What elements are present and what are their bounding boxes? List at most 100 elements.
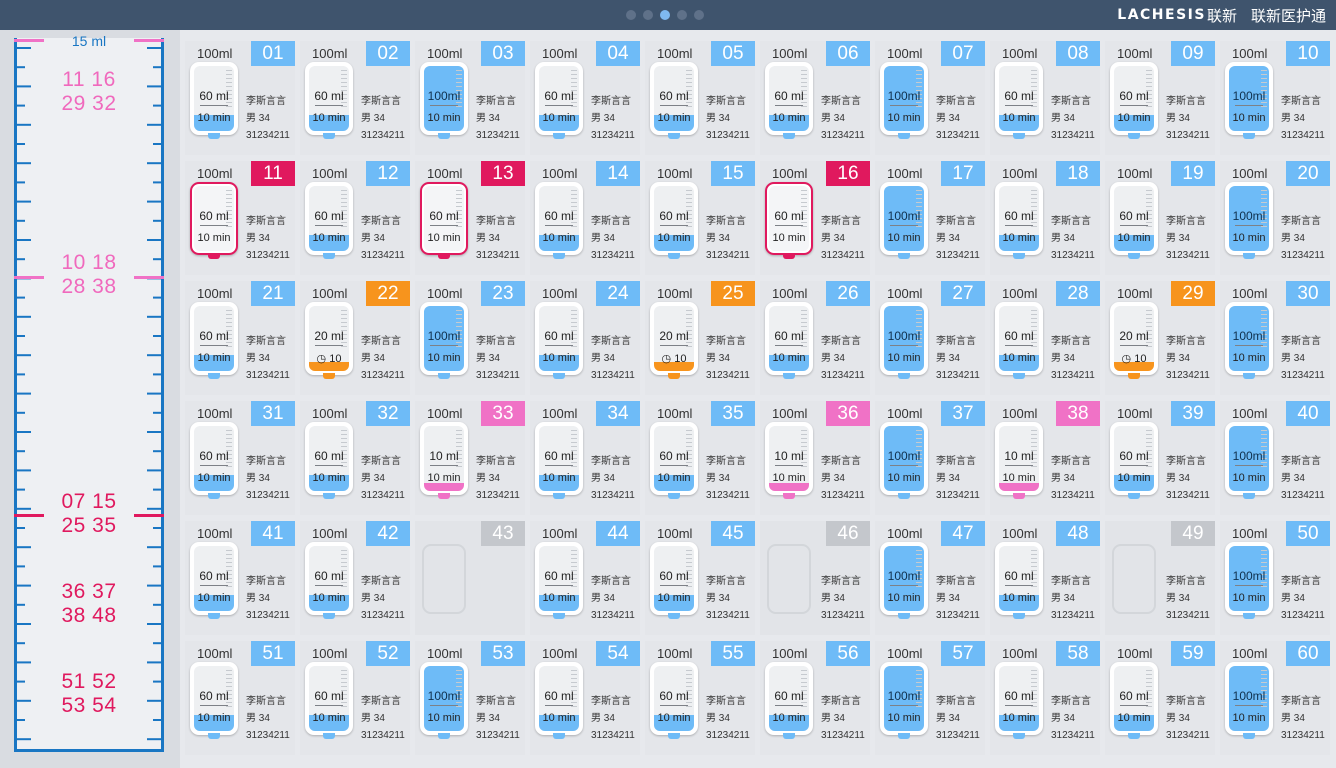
bed-card[interactable]: 53 100ml 100ml 10 min 李斯言言男 34 31234211 — [415, 641, 525, 755]
bed-card[interactable]: 41 100ml 60 ml 10 min 李斯言言男 34 31234211 — [185, 521, 295, 635]
bag-capacity: 100ml — [1002, 286, 1038, 301]
bed-card[interactable]: 24 100ml 60 ml 10 min 李斯言言男 34 31234211 — [530, 281, 640, 395]
bed-card[interactable]: 28 100ml 60 ml 10 min 李斯言言男 34 31234211 — [990, 281, 1100, 395]
remaining-volume: 60 ml — [544, 689, 574, 703]
page-indicator[interactable] — [626, 10, 704, 20]
patient-name: 李斯言言 — [591, 576, 631, 587]
patient-id: 31234211 — [591, 610, 635, 621]
bed-card[interactable]: 39 100ml 60 ml 10 min 李斯言言男 34 31234211 — [1105, 401, 1215, 515]
bed-card[interactable]: 26 100ml 60 ml 10 min 李斯言言男 34 31234211 — [760, 281, 870, 395]
page-dot[interactable] — [643, 10, 653, 20]
bag-capacity: 100ml — [1117, 46, 1153, 61]
bed-card[interactable]: 27 100ml 100ml 10 min 李斯言言男 34 31234211 — [875, 281, 985, 395]
patient-info: 李斯言言男 34 31234211 — [361, 333, 405, 384]
bed-card[interactable]: 57 100ml 100ml 10 min 李斯言言男 34 31234211 — [875, 641, 985, 755]
remaining-volume: 100ml — [887, 89, 921, 103]
page-dot[interactable] — [677, 10, 687, 20]
bed-card[interactable]: 40 100ml 100ml 10 min 李斯言言男 34 31234211 — [1220, 401, 1330, 515]
bed-card[interactable]: 58 100ml 60 ml 10 min 李斯言言男 34 31234211 — [990, 641, 1100, 755]
bed-card[interactable]: 49 李斯言言男 34 31234211 — [1105, 521, 1215, 635]
bed-card[interactable]: 29 100ml 20 ml ◷ 10 李斯言言男 34 31234211 — [1105, 281, 1215, 395]
bed-card[interactable]: 14 100ml 60 ml 10 min 李斯言言男 34 31234211 — [530, 161, 640, 275]
bed-card[interactable]: 60 100ml 100ml 10 min 李斯言言男 34 31234211 — [1220, 641, 1330, 755]
page-dot[interactable] — [694, 10, 704, 20]
remaining-volume: 60 ml — [429, 209, 459, 223]
bed-card[interactable]: 17 100ml 100ml 10 min 李斯言言男 34 31234211 — [875, 161, 985, 275]
ruler-bed-group[interactable]: 10 18 28 38 — [14, 251, 164, 299]
bed-card[interactable]: 33 100ml 10 ml 10 min 李斯言言男 34 31234211 — [415, 401, 525, 515]
bed-card[interactable]: 19 100ml 60 ml 10 min 李斯言言男 34 31234211 — [1105, 161, 1215, 275]
bed-card[interactable]: 20 100ml 100ml 10 min 李斯言言男 34 31234211 — [1220, 161, 1330, 275]
bed-card[interactable]: 22 100ml 20 ml ◷ 10 李斯言言男 34 31234211 — [300, 281, 410, 395]
bed-card[interactable]: 01 100ml 60 ml 10 min 李斯言言男 34 31234211 — [185, 41, 295, 155]
bed-card[interactable]: 47 100ml 100ml 10 min 李斯言言男 34 31234211 — [875, 521, 985, 635]
bed-card[interactable]: 44 100ml 60 ml 10 min 李斯言言男 34 31234211 — [530, 521, 640, 635]
bed-card[interactable]: 59 100ml 60 ml 10 min 李斯言言男 34 31234211 — [1105, 641, 1215, 755]
patient-info: 李斯言言男 34 31234211 — [706, 693, 750, 744]
bed-card[interactable]: 21 100ml 60 ml 10 min 李斯言言男 34 31234211 — [185, 281, 295, 395]
infusion-bag: 60 ml 10 min — [305, 542, 353, 615]
ruler-bed-group[interactable]: 11 16 29 32 — [14, 68, 164, 116]
bed-card[interactable]: 51 100ml 60 ml 10 min 李斯言言男 34 31234211 — [185, 641, 295, 755]
bed-card[interactable]: 34 100ml 60 ml 10 min 李斯言言男 34 31234211 — [530, 401, 640, 515]
bed-card[interactable]: 35 100ml 60 ml 10 min 李斯言言男 34 31234211 — [645, 401, 755, 515]
patient-id: 31234211 — [821, 730, 865, 741]
ruler-bed-group[interactable]: 51 52 53 54 — [14, 670, 164, 718]
remaining-time: 10 min — [1117, 232, 1151, 244]
page-dot[interactable] — [626, 10, 636, 20]
remaining-volume: 100ml — [887, 689, 921, 703]
ruler-bed-group[interactable]: 36 37 38 48 — [14, 580, 164, 628]
bed-card[interactable]: 15 100ml 60 ml 10 min 李斯言言男 34 31234211 — [645, 161, 755, 275]
bed-card[interactable]: 31 100ml 60 ml 10 min 李斯言言男 34 31234211 — [185, 401, 295, 515]
remaining-volume: 60 ml — [774, 209, 804, 223]
bed-card[interactable]: 55 100ml 60 ml 10 min 李斯言言男 34 31234211 — [645, 641, 755, 755]
patient-info: 李斯言言男 34 31234211 — [591, 333, 635, 384]
bed-card[interactable]: 06 100ml 60 ml 10 min 李斯言言男 34 31234211 — [760, 41, 870, 155]
bed-card[interactable]: 02 100ml 60 ml 10 min 李斯言言男 34 31234211 — [300, 41, 410, 155]
bed-card[interactable]: 04 100ml 60 ml 10 min 李斯言言男 34 31234211 — [530, 41, 640, 155]
bed-card[interactable]: 56 100ml 60 ml 10 min 李斯言言男 34 31234211 — [760, 641, 870, 755]
bed-card[interactable]: 32 100ml 60 ml 10 min 李斯言言男 34 31234211 — [300, 401, 410, 515]
bag-body: 60 ml 10 min — [309, 66, 349, 131]
bed-card[interactable]: 50 100ml 100ml 10 min 李斯言言男 34 31234211 — [1220, 521, 1330, 635]
bed-card[interactable]: 54 100ml 60 ml 10 min 李斯言言男 34 31234211 — [530, 641, 640, 755]
bed-card[interactable]: 08 100ml 60 ml 10 min 李斯言言男 34 31234211 — [990, 41, 1100, 155]
bed-card[interactable]: 03 100ml 100ml 10 min 李斯言言男 34 31234211 — [415, 41, 525, 155]
remaining-time: 10 min — [772, 232, 806, 244]
bag-outlet — [1128, 133, 1140, 139]
bed-card[interactable]: 07 100ml 100ml 10 min 李斯言言男 34 31234211 — [875, 41, 985, 155]
bag-body: 20 ml ◷ 10 — [654, 306, 694, 371]
page-dot[interactable] — [660, 10, 670, 20]
bed-card[interactable]: 11 100ml 60 ml 10 min 李斯言言男 34 31234211 — [185, 161, 295, 275]
bed-card[interactable]: 12 100ml 60 ml 10 min 李斯言言男 34 31234211 — [300, 161, 410, 275]
bed-card[interactable]: 52 100ml 60 ml 10 min 李斯言言男 34 31234211 — [300, 641, 410, 755]
bed-card[interactable]: 38 100ml 10 ml 10 min 李斯言言男 34 31234211 — [990, 401, 1100, 515]
ruler-bed-group[interactable]: 07 15 25 35 — [14, 490, 164, 538]
infusion-bag: 100ml 10 min — [420, 62, 468, 135]
bed-card[interactable]: 36 100ml 10 ml 10 min 李斯言言男 34 31234211 — [760, 401, 870, 515]
bag-capacity: 100ml — [1232, 406, 1268, 421]
ruler-tick — [17, 354, 31, 357]
bed-card[interactable]: 30 100ml 100ml 10 min 李斯言言男 34 31234211 — [1220, 281, 1330, 395]
patient-id: 31234211 — [361, 130, 405, 141]
bed-card[interactable]: 16 100ml 60 ml 10 min 李斯言言男 34 31234211 — [760, 161, 870, 275]
bed-card[interactable]: 46 李斯言言男 34 31234211 — [760, 521, 870, 635]
remaining-time: ◷ 10 — [1121, 353, 1147, 365]
bed-number: 01 — [251, 41, 295, 66]
bag-body: 60 ml 10 min — [194, 186, 234, 251]
bed-card[interactable]: 37 100ml 100ml 10 min 李斯言言男 34 31234211 — [875, 401, 985, 515]
bed-card[interactable]: 05 100ml 60 ml 10 min 李斯言言男 34 31234211 — [645, 41, 755, 155]
bed-card[interactable]: 18 100ml 60 ml 10 min 李斯言言男 34 31234211 — [990, 161, 1100, 275]
bed-card[interactable]: 43 — [415, 521, 525, 635]
bed-number: 35 — [711, 401, 755, 426]
bed-card[interactable]: 23 100ml 100ml 10 min 李斯言言男 34 31234211 — [415, 281, 525, 395]
bed-card[interactable]: 13 100ml 60 ml 10 min 李斯言言男 34 31234211 — [415, 161, 525, 275]
bed-card[interactable]: 09 100ml 60 ml 10 min 李斯言言男 34 31234211 — [1105, 41, 1215, 155]
bed-card[interactable]: 45 100ml 60 ml 10 min 李斯言言男 34 31234211 — [645, 521, 755, 635]
bed-number: 26 — [826, 281, 870, 306]
bed-card[interactable]: 42 100ml 60 ml 10 min 李斯言言男 34 31234211 — [300, 521, 410, 635]
bed-card[interactable]: 48 100ml 60 ml 10 min 李斯言言男 34 31234211 — [990, 521, 1100, 635]
bed-card[interactable]: 10 100ml 100ml 10 min 李斯言言男 34 31234211 — [1220, 41, 1330, 155]
bed-number: 49 — [1171, 521, 1215, 546]
bed-card[interactable]: 25 100ml 20 ml ◷ 10 李斯言言男 34 31234211 — [645, 281, 755, 395]
